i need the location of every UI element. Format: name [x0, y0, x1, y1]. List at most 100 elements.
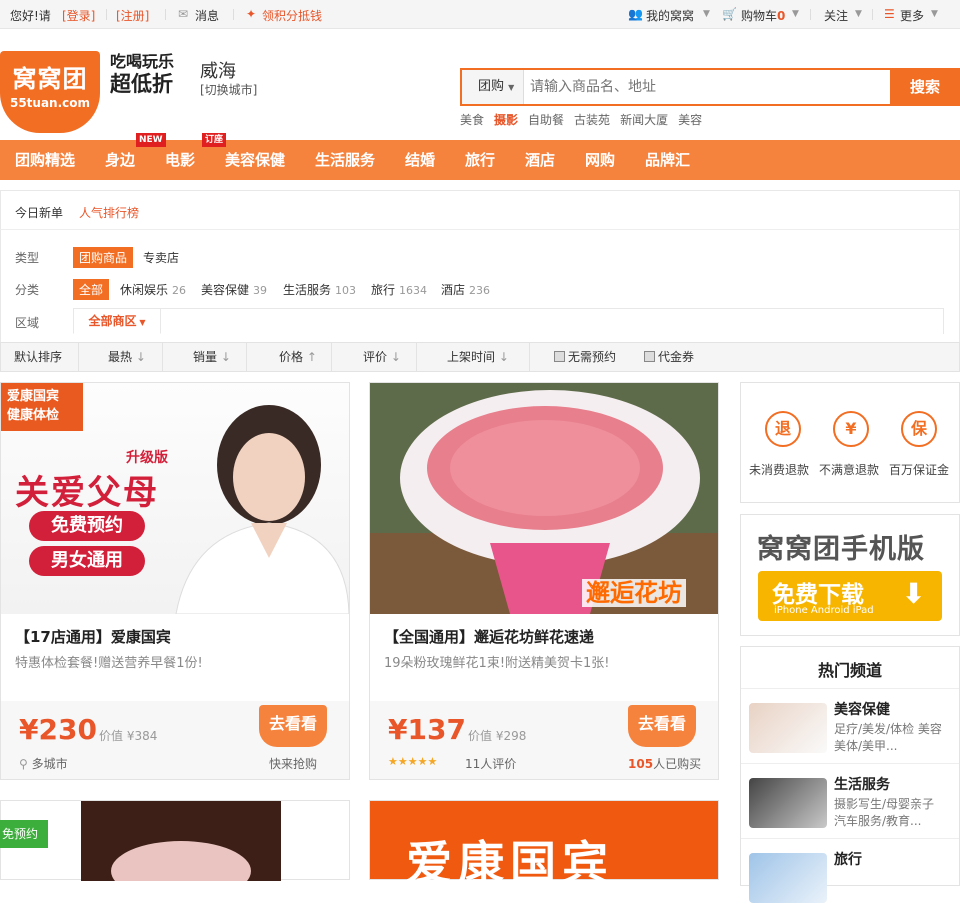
hot-word[interactable]: 美食 — [460, 113, 484, 127]
more-menu[interactable]: 更多 — [900, 7, 924, 24]
free-download-button[interactable]: 免费下载 iPhone Android iPad ⬇ — [758, 571, 942, 621]
deal-image[interactable]: 邂逅花坊 — [370, 383, 718, 614]
search-type-select[interactable]: 团购 ▼ — [462, 70, 524, 104]
tab-ranking[interactable]: 人气排行榜 — [79, 204, 139, 221]
search-input[interactable] — [528, 70, 890, 104]
filter-category-beauty[interactable]: 美容保健 39 — [201, 281, 267, 298]
register-link[interactable]: [注册] — [116, 7, 149, 24]
deal-image[interactable] — [1, 801, 349, 881]
mobile-app-panel[interactable]: 窝窝团手机版 免费下载 iPhone Android iPad ⬇ — [740, 514, 960, 636]
nav-item-hotel[interactable]: 酒店 — [525, 140, 555, 180]
category-name: 生活服务 — [283, 283, 332, 297]
hot-channel-item[interactable]: 美容保健 足疗/美发/体检 美容美体/美甲... — [741, 688, 959, 763]
nav-item-brands[interactable]: 品牌汇 — [645, 140, 690, 180]
arrow-down-icon: ↓ — [135, 350, 146, 364]
switch-city-link[interactable]: [切换城市] — [200, 81, 257, 98]
sort-hot-label: 最热 — [108, 350, 133, 364]
sort-hot[interactable]: 最热 ↓ — [108, 343, 146, 371]
arrow-down-icon: ↓ — [390, 350, 401, 364]
my-account-menu[interactable]: 我的窝窝 — [646, 7, 694, 24]
messages-link[interactable]: 消息 — [195, 7, 219, 24]
hot-channel-item[interactable]: 生活服务 摄影写生/母婴亲子 汽车服务/教育... — [741, 763, 959, 838]
hot-word[interactable]: 摄影 — [494, 113, 518, 127]
follow-menu[interactable]: 关注 — [824, 7, 848, 24]
category-label: 分类 — [15, 283, 40, 297]
deal-subtitle: 特惠体检套餐!赠送营养早餐1份! — [15, 656, 203, 671]
site-logo[interactable]: 窝窝团 55tuan.com — [0, 51, 100, 133]
slogan: 吃喝玩乐 超低折 — [110, 51, 174, 95]
mail-icon: ✉ — [178, 7, 189, 21]
logo-text: 窝窝团 — [12, 65, 88, 93]
category-count: 26 — [172, 284, 187, 297]
sort-rating[interactable]: 评价 ↓ — [363, 343, 401, 371]
search-button[interactable]: 搜索 — [890, 68, 960, 106]
filter-category-all[interactable]: 全部 — [73, 279, 110, 300]
tab-new-today[interactable]: 今日新单 — [15, 204, 63, 221]
platform-list: iPhone Android iPad — [774, 605, 874, 616]
checkbox[interactable] — [554, 351, 565, 362]
current-city: 威海 — [200, 61, 236, 82]
nav-item-travel[interactable]: 旅行 — [465, 140, 495, 180]
filter-no-reservation[interactable]: 无需预约 — [554, 343, 616, 371]
filter-category-hotel[interactable]: 酒店 236 — [441, 281, 490, 298]
hot-word[interactable]: 自助餐 — [528, 113, 564, 127]
chevron-down-icon: ▼ — [855, 9, 862, 19]
deal-image[interactable]: 爱康国宾 健康体检 升级版 关爱父母 免费预约 男女通用 — [1, 383, 349, 614]
deal-card[interactable]: 爱康国宾 健康体检 升级版 关爱父母 免费预约 男女通用 【17店通用】爱康国宾 … — [0, 382, 350, 780]
nav-item-movies[interactable]: 电影 — [165, 140, 195, 180]
view-deal-button[interactable]: 去看看 — [259, 705, 327, 747]
location-pin-icon: ⚲ — [19, 757, 28, 771]
view-deal-button[interactable]: 去看看 — [628, 705, 696, 747]
category-count: 236 — [469, 284, 491, 297]
nav-item-featured[interactable]: 团购精选 — [15, 140, 75, 180]
filter-category-services[interactable]: 生活服务 103 — [283, 281, 356, 298]
category-name: 美容保健 — [201, 283, 250, 297]
nav-item-beauty[interactable]: 美容保健 — [225, 140, 285, 180]
filter-type-store[interactable]: 专卖店 — [143, 249, 179, 266]
sort-sales-label: 销量 — [193, 350, 218, 364]
sort-price[interactable]: 价格 ↑ — [279, 343, 317, 371]
hot-word[interactable]: 新闻大厦 — [620, 113, 668, 127]
filter-type-group[interactable]: 团购商品 — [73, 247, 134, 268]
deal-title[interactable]: 【17店通用】爱康国宾 — [15, 626, 171, 647]
cart-icon: 🛒 — [722, 7, 737, 21]
deal-card[interactable]: 邂逅花坊 【全国通用】邂逅花坊鲜花速递 19朵粉玫瑰鲜花1束!附送精美贺卡1张!… — [369, 382, 719, 780]
filter-category-travel[interactable]: 旅行 1634 — [371, 281, 427, 298]
login-link[interactable]: [登录] — [62, 7, 95, 24]
deal-price: ¥137 — [388, 713, 466, 746]
checkbox[interactable] — [644, 351, 655, 362]
upgrade-tag: 升级版 — [126, 450, 168, 466]
sort-default[interactable]: 默认排序 — [14, 343, 62, 371]
slogan-line1: 吃喝玩乐 — [110, 52, 175, 71]
deal-card[interactable]: 爱康国宾 — [369, 800, 719, 890]
nav-item-nearby[interactable]: 身边 — [105, 140, 135, 180]
chevron-down-icon: ▼ — [136, 318, 146, 327]
nav-item-services[interactable]: 生活服务 — [315, 140, 375, 180]
deal-title[interactable]: 【全国通用】邂逅花坊鲜花速递 — [384, 626, 594, 647]
cart-link[interactable]: 购物车0 — [741, 7, 785, 24]
nav-item-shopping[interactable]: 网购 — [585, 140, 615, 180]
search-box: 团购 ▼ 搜索 — [460, 68, 960, 106]
filter-category-leisure[interactable]: 休闲娱乐 26 — [120, 281, 186, 298]
area-panel — [73, 308, 944, 334]
sort-time[interactable]: 上架时间 ↓ — [447, 343, 509, 371]
promo-pill: 免费预约 — [29, 511, 145, 541]
sort-sales[interactable]: 销量 ↓ — [193, 343, 231, 371]
brand-banner-text: 爱康国宾 — [406, 836, 614, 890]
sort-rating-label: 评价 — [363, 350, 388, 364]
filter-voucher[interactable]: 代金券 — [644, 343, 694, 371]
filter-area-all[interactable]: 全部商区 ▼ — [73, 308, 161, 334]
deal-card[interactable] — [0, 800, 350, 881]
sort-bar: 默认排序 最热 ↓ 销量 ↓ 价格 ↑ 评价 ↓ 上架时间 ↓ 无需预约 代金券 — [0, 342, 960, 372]
deal-price: ¥230 — [19, 713, 97, 746]
sort-price-label: 价格 — [279, 350, 304, 364]
hot-word[interactable]: 古装苑 — [574, 113, 610, 127]
hot-channel-item[interactable]: 旅行 — [741, 838, 959, 913]
chevron-down-icon: ▼ — [931, 9, 938, 19]
points-link[interactable]: 领积分抵钱 — [262, 7, 322, 24]
nav-item-wedding[interactable]: 结婚 — [405, 140, 435, 180]
hot-word[interactable]: 美容 — [678, 113, 702, 127]
review-count[interactable]: 11人评价 — [465, 755, 516, 772]
chevron-down-icon: ▼ — [508, 83, 515, 92]
channel-thumbnail — [749, 853, 827, 903]
